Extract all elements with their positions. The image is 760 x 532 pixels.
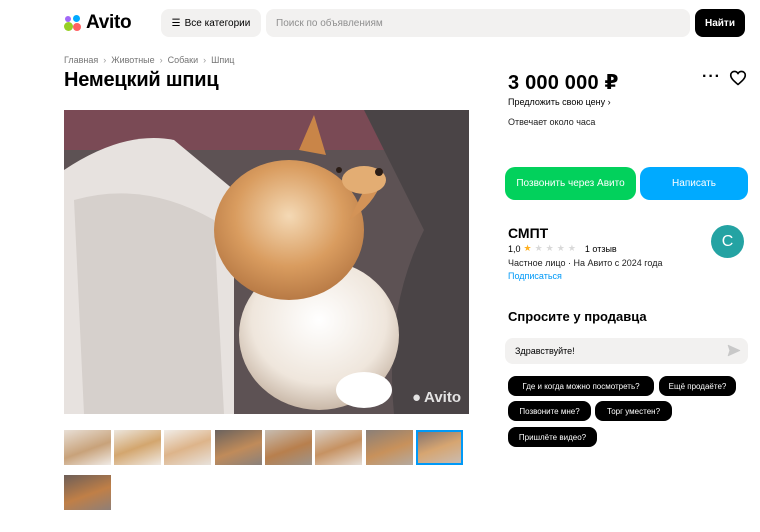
categories-icon: ☰ — [171, 17, 181, 29]
star-empty-icon: ★ — [534, 243, 543, 253]
breadcrumb: Главная › Животные › Собаки › Шпиц — [64, 55, 234, 65]
quick-question-chip[interactable]: Позвоните мне? — [508, 401, 591, 421]
thumbnail[interactable] — [114, 430, 161, 465]
star-empty-icon: ★ — [545, 243, 554, 253]
seller-type: Частное лицо · На Авито с 2024 года — [508, 258, 663, 268]
breadcrumb-item-home[interactable]: Главная — [64, 55, 98, 65]
breadcrumb-item-spitz[interactable]: Шпиц — [211, 55, 234, 65]
logo-text: Avito — [86, 12, 132, 33]
rating-value: 1,0 — [508, 243, 521, 254]
main-photo[interactable]: ● Avito — [64, 110, 469, 414]
thumbnail[interactable] — [64, 430, 111, 465]
thumbnail[interactable] — [366, 430, 413, 465]
search-input[interactable] — [266, 9, 690, 37]
avito-logo-icon — [64, 14, 82, 32]
breadcrumb-separator-icon: › — [203, 55, 207, 65]
more-options-icon[interactable]: ··· — [702, 68, 721, 86]
quick-question-chip[interactable]: Ещё продаёте? — [659, 376, 736, 396]
find-button[interactable]: Найти — [695, 9, 745, 37]
star-empty-icon: ★ — [567, 243, 576, 253]
dog-photo-image — [64, 110, 469, 414]
breadcrumb-item-dogs[interactable]: Собаки — [168, 55, 198, 65]
page-title: Немецкий шпиц — [64, 69, 219, 91]
watermark-logo-icon: ● — [411, 389, 422, 406]
price: 3 000 000 ₽ — [508, 72, 619, 94]
quick-question-chip[interactable]: Где и когда можно посмотреть? — [508, 376, 654, 396]
thumbnail[interactable] — [164, 430, 211, 465]
subscribe-link[interactable]: Подписаться — [508, 271, 562, 281]
favorite-heart-icon[interactable] — [729, 70, 747, 86]
breadcrumb-item-animals[interactable]: Животные — [111, 55, 154, 65]
star-empty-icon: ★ — [556, 243, 565, 253]
photo-watermark: ● Avito — [411, 389, 461, 406]
message-input[interactable] — [505, 338, 748, 364]
reviews-link[interactable]: 1 отзыв — [585, 244, 617, 254]
all-categories-button[interactable]: ☰ Все категории — [161, 9, 261, 37]
quick-question-chip[interactable]: Пришлёте видео? — [508, 427, 597, 447]
breadcrumb-separator-icon: › — [103, 55, 107, 65]
avito-logo[interactable]: Avito — [64, 12, 132, 34]
thumbnail[interactable] — [215, 430, 262, 465]
offer-price-link[interactable]: Предложить свою цену › — [508, 97, 611, 107]
thumbnail[interactable] — [64, 475, 111, 510]
seller-avatar[interactable]: С — [711, 225, 744, 258]
thumbnail-active[interactable] — [416, 430, 463, 465]
breadcrumb-separator-icon: › — [159, 55, 163, 65]
seller-name[interactable]: СМПТ — [508, 225, 548, 241]
quick-question-chip[interactable]: Торг уместен? — [595, 401, 672, 421]
seller-rating: 1,0 ★ ★ ★ ★ ★ 1 отзыв — [508, 243, 617, 254]
call-via-avito-button[interactable]: Позвонить через Авито — [505, 167, 636, 200]
star-filled-icon: ★ — [523, 243, 532, 253]
thumbnail[interactable] — [265, 430, 312, 465]
thumbnail[interactable] — [315, 430, 362, 465]
send-icon[interactable] — [727, 344, 741, 357]
write-message-button[interactable]: Написать — [640, 167, 748, 200]
all-categories-label: Все категории — [184, 17, 251, 29]
reply-time: Отвечает около часа — [508, 117, 596, 127]
ask-seller-heading: Спросите у продавца — [508, 309, 647, 324]
